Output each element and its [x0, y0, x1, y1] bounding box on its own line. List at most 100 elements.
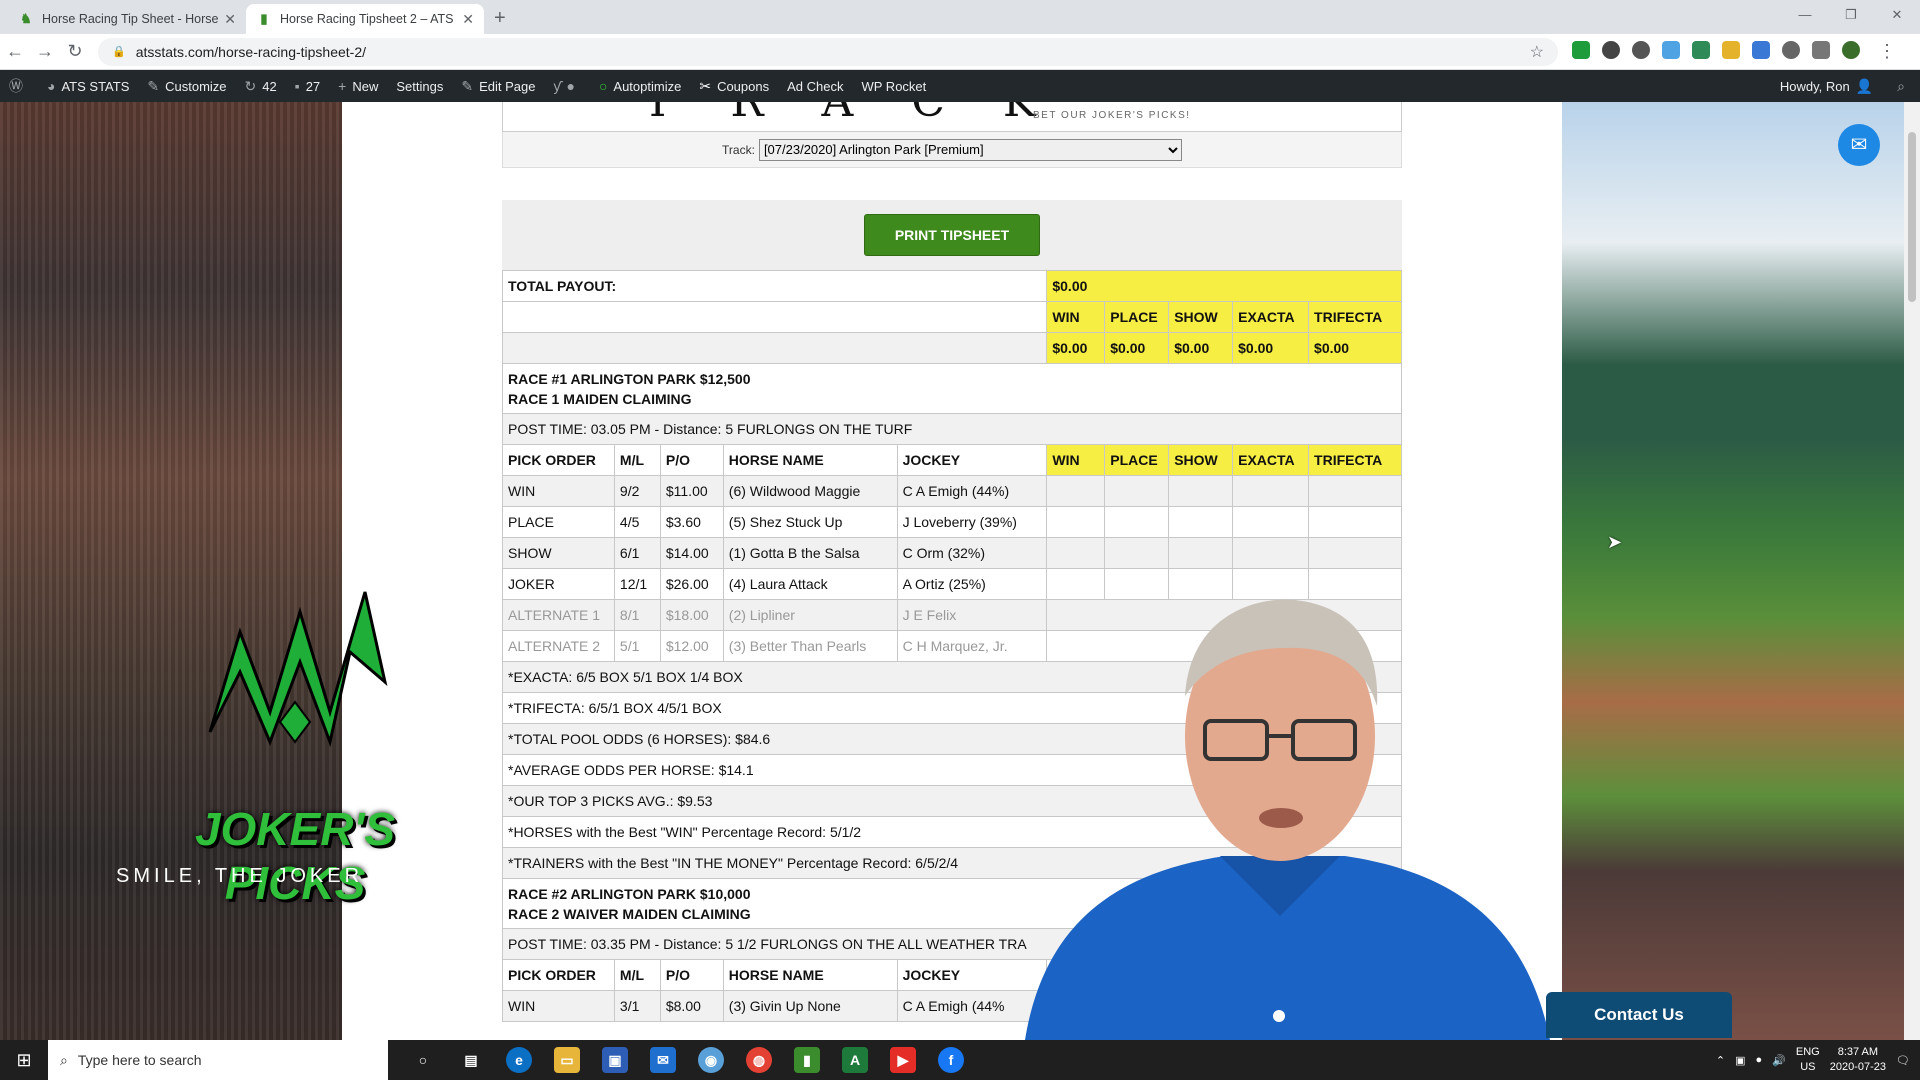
tray-volume-icon[interactable]: 🔊 — [1772, 1054, 1786, 1067]
extension-puzzle-icon[interactable] — [1752, 41, 1770, 59]
page-scrollbar[interactable] — [1904, 102, 1920, 1040]
payout-value: $0.00 — [1308, 332, 1402, 364]
tray-language[interactable]: ENG US — [1796, 1045, 1820, 1075]
extension-zoom-icon[interactable] — [1632, 41, 1650, 59]
admin-autoptimize-link[interactable]: ○ Autoptimize — [590, 70, 690, 102]
close-tab-icon[interactable]: ✕ — [462, 11, 474, 28]
morning-line: 6/1 — [613, 537, 661, 569]
edge-browser-icon[interactable]: e — [506, 1047, 532, 1073]
jockey: J Loveberry (39%) — [896, 506, 1048, 538]
extension-check-icon[interactable] — [1572, 41, 1590, 59]
pick-order: ALTERNATE 2 — [502, 630, 615, 662]
back-icon[interactable]: ← — [0, 41, 30, 62]
column-header: EXACTA — [1232, 444, 1310, 476]
youtube-icon[interactable]: ▶ — [890, 1047, 916, 1073]
cortana-icon[interactable]: ○ — [410, 1047, 436, 1073]
close-tab-icon[interactable]: ✕ — [224, 11, 236, 28]
horse-name: (2) Lipliner — [722, 599, 898, 631]
admin-edit-page-link[interactable]: ✎ Edit Page — [452, 70, 544, 102]
admin-ad-check-link[interactable]: Ad Check — [778, 70, 852, 102]
payout-odds: $26.00 — [659, 568, 724, 600]
green-a-app-icon[interactable]: A — [842, 1047, 868, 1073]
bookmark-star-icon[interactable]: ☆ — [1530, 42, 1544, 62]
payout-header: PLACE — [1104, 301, 1170, 333]
ats-stats-app-icon[interactable]: ▮ — [794, 1047, 820, 1073]
morning-line: 9/2 — [613, 475, 661, 507]
address-bar[interactable]: 🔒 atsstats.com/horse-racing-tipsheet-2/ … — [98, 37, 1558, 66]
morning-line: 12/1 — [613, 568, 661, 600]
column-header: P/O — [659, 959, 724, 991]
tray-chevron-icon[interactable]: ⌃ — [1716, 1054, 1725, 1067]
updates-icon: ↻ — [244, 77, 257, 94]
pick-order: WIN — [502, 475, 615, 507]
tray-clock[interactable]: 8:37 AM 2020-07-23 — [1830, 1045, 1886, 1075]
column-header: JOCKEY — [896, 444, 1048, 476]
admin-wp-rocket-link[interactable]: WP Rocket — [852, 70, 935, 102]
admin-site-link[interactable]: ◕ ATS STATS — [38, 70, 138, 102]
chrome-icon[interactable]: ◍ — [746, 1047, 772, 1073]
extension-icon[interactable] — [1602, 41, 1620, 59]
minimize-icon[interactable]: — — [1782, 0, 1828, 30]
forward-icon[interactable]: → — [30, 41, 60, 62]
extension-cloud-icon[interactable] — [1662, 41, 1680, 59]
task-view-icon[interactable]: ▤ — [458, 1047, 484, 1073]
column-header: M/L — [613, 444, 661, 476]
tray-network-icon[interactable]: ▣ — [1735, 1054, 1745, 1067]
column-header: HORSE NAME — [722, 959, 898, 991]
print-tipsheet-button[interactable]: PRINT TIPSHEET — [863, 214, 1041, 256]
notifications-icon[interactable]: 🗨 — [1896, 1054, 1910, 1067]
scrollbar-thumb[interactable] — [1908, 132, 1916, 302]
windows-start-icon[interactable]: ⊞ — [0, 1050, 48, 1071]
admin-account-link[interactable]: Howdy, Ron 👤 — [1771, 70, 1888, 102]
admin-coupons-link[interactable]: ✂ Coupons — [690, 70, 778, 102]
column-header: TRIFECTA — [1308, 444, 1402, 476]
admin-search-icon[interactable]: ⌕ — [1888, 70, 1920, 102]
payout-odds: $18.00 — [659, 599, 724, 631]
extension-folder-icon[interactable] — [1722, 41, 1740, 59]
wordpress-logo-icon[interactable]: Ⓦ — [0, 70, 38, 102]
url-text: atsstats.com/horse-racing-tipsheet-2/ — [135, 43, 367, 60]
browser-menu-icon[interactable]: ⋮ — [1872, 41, 1902, 62]
reload-icon[interactable]: ↻ — [60, 41, 90, 62]
contact-us-button[interactable]: Contact Us — [1546, 992, 1732, 1038]
admin-howdy-label: Howdy, Ron — [1779, 78, 1850, 94]
restore-icon[interactable]: ❐ — [1828, 0, 1874, 30]
scissors-icon: ✂ — [699, 77, 712, 94]
result-cell — [1104, 506, 1170, 538]
admin-updates-link[interactable]: ↻ 42 — [236, 70, 286, 102]
admin-settings-link[interactable]: Settings — [387, 70, 452, 102]
admin-customize-link[interactable]: ✎ Customize — [138, 70, 235, 102]
close-window-icon[interactable]: ✕ — [1874, 0, 1920, 30]
media-app-icon[interactable]: ◉ — [698, 1047, 724, 1073]
result-cell — [1232, 475, 1310, 507]
lock-icon[interactable]: 🔒 — [112, 45, 126, 58]
tab-tipsheet-2[interactable]: ▮ Horse Racing Tipsheet 2 – ATS S ✕ — [246, 4, 484, 34]
payout-odds: $11.00 — [659, 475, 724, 507]
profile-avatar[interactable] — [1842, 41, 1860, 59]
tab-tip-sheet[interactable]: ♞ Horse Racing Tip Sheet - Horse R ✕ — [8, 4, 246, 34]
race-title: RACE #1 ARLINGTON PARK $12,500 RACE 1 MA… — [502, 363, 1402, 414]
payout-header: SHOW — [1168, 301, 1234, 333]
taskbar-search[interactable]: ⌕ Type here to search — [48, 1040, 388, 1080]
extensions-menu-icon[interactable] — [1812, 41, 1830, 59]
admin-yoast-link[interactable]: ƴ ● — [544, 70, 589, 102]
mail-icon[interactable]: ✉ — [650, 1047, 676, 1073]
admin-new-link[interactable]: + New — [329, 70, 387, 102]
tipsheet-header-banner: T R A C K BET OUR JOKER'S PICKS! — [502, 102, 1402, 132]
email-icon[interactable]: ✉ — [1838, 124, 1880, 166]
admin-comments-link[interactable]: ▪ 27 — [286, 70, 329, 102]
facebook-icon[interactable]: f — [938, 1047, 964, 1073]
extension-shield-icon[interactable] — [1692, 41, 1710, 59]
result-cell — [1232, 537, 1310, 569]
webcam-presenter-overlay — [1025, 599, 1550, 1040]
circle-icon: ○ — [598, 78, 608, 94]
extension-search-icon[interactable] — [1782, 41, 1800, 59]
horse-name: (5) Shez Stuck Up — [722, 506, 898, 538]
file-explorer-icon[interactable]: ▭ — [554, 1047, 580, 1073]
tray-mic-icon[interactable]: ● — [1756, 1054, 1763, 1066]
admin-settings-label: Settings — [396, 78, 444, 94]
window-controls: — ❐ ✕ — [1782, 0, 1920, 30]
store-icon[interactable]: ▣ — [602, 1047, 628, 1073]
new-tab-button[interactable]: + — [494, 7, 506, 30]
track-select[interactable]: [07/23/2020] Arlington Park [Premium] — [758, 138, 1182, 161]
